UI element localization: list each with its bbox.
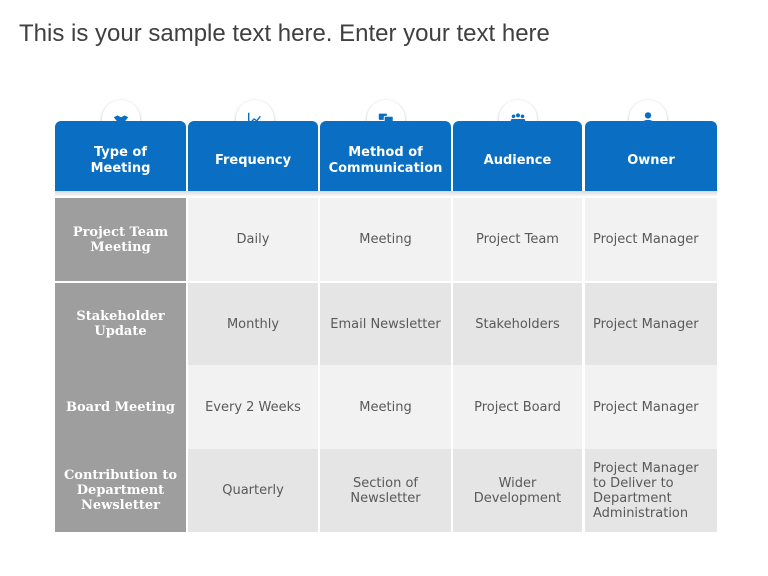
cell-text: Project Manager to Deliver to Department… xyxy=(593,460,699,521)
table-row: Stakeholder Update Monthly Email Newslet… xyxy=(55,283,717,365)
cell-audience: Wider Development xyxy=(453,449,582,532)
cell-owner: Project Manager xyxy=(585,198,717,281)
cell-type: Contribution to Department Newsletter xyxy=(55,449,186,532)
table-row: Board Meeting Every 2 Weeks Meeting Proj… xyxy=(55,365,717,449)
cell-owner: Project Manager xyxy=(585,283,717,365)
cell-text: Stakeholder Update xyxy=(76,309,165,339)
cell-text: Board Meeting xyxy=(66,399,175,415)
cell-text: Project Board xyxy=(474,399,561,415)
cell-audience: Project Board xyxy=(453,365,582,449)
cell-text: Project Manager xyxy=(593,316,699,332)
cell-text: Wider Development xyxy=(473,475,562,506)
cell-method: Meeting xyxy=(320,365,451,449)
cell-type: Board Meeting xyxy=(55,365,186,449)
cell-type: Stakeholder Update xyxy=(55,283,186,365)
cell-frequency: Monthly xyxy=(188,283,318,365)
cell-text: Project Team xyxy=(476,232,559,247)
header-shadow xyxy=(55,191,717,197)
cell-frequency: Quarterly xyxy=(188,449,318,532)
cell-text: Monthly xyxy=(226,316,280,332)
header-frequency: Frequency xyxy=(188,121,318,191)
header-label: Type of Meeting xyxy=(90,145,151,176)
header-type-of-meeting: Type of Meeting xyxy=(55,121,186,191)
cell-frequency: Every 2 Weeks xyxy=(188,365,318,449)
cell-text: Email Newsletter xyxy=(330,316,441,332)
cell-method: Meeting xyxy=(320,198,451,281)
cell-text: Project Manager xyxy=(593,232,699,247)
cell-text: Meeting xyxy=(359,232,412,247)
cell-text: Contribution to Department Newsletter xyxy=(63,468,178,513)
cell-owner: Project Manager to Deliver to Department… xyxy=(585,449,717,532)
cell-method: Email Newsletter xyxy=(320,283,451,365)
table-row: Project Team Meeting Daily Meeting Proje… xyxy=(55,198,717,281)
cell-text: Project Manager xyxy=(593,399,699,415)
cell-text: Stakeholders xyxy=(475,316,560,332)
header-label: Owner xyxy=(627,153,675,168)
header-audience: Audience xyxy=(453,121,582,191)
table-header: Type of Meeting Frequency Method of Comm… xyxy=(55,100,717,192)
table-row: Contribution to Department Newsletter Qu… xyxy=(55,449,717,532)
header-label: Audience xyxy=(483,153,552,168)
cell-text: Project Team Meeting xyxy=(72,224,169,255)
cell-method: Section of Newsletter xyxy=(320,449,451,532)
cell-type: Project Team Meeting xyxy=(55,198,186,281)
cell-audience: Stakeholders xyxy=(453,283,582,365)
cell-text: Section of Newsletter xyxy=(350,475,421,506)
header-owner: Owner xyxy=(585,121,717,191)
header-label: Method of Communication xyxy=(328,145,443,176)
cell-owner: Project Manager xyxy=(585,365,717,449)
header-label: Frequency xyxy=(214,153,292,168)
cell-text: Meeting xyxy=(359,399,412,415)
cell-text: Quarterly xyxy=(222,483,284,498)
cell-text: Every 2 Weeks xyxy=(205,399,301,415)
slide-title: This is your sample text here. Enter you… xyxy=(19,20,550,47)
cell-text: Daily xyxy=(236,232,270,247)
cell-audience: Project Team xyxy=(453,198,582,281)
cell-frequency: Daily xyxy=(188,198,318,281)
header-method: Method of Communication xyxy=(320,121,451,191)
